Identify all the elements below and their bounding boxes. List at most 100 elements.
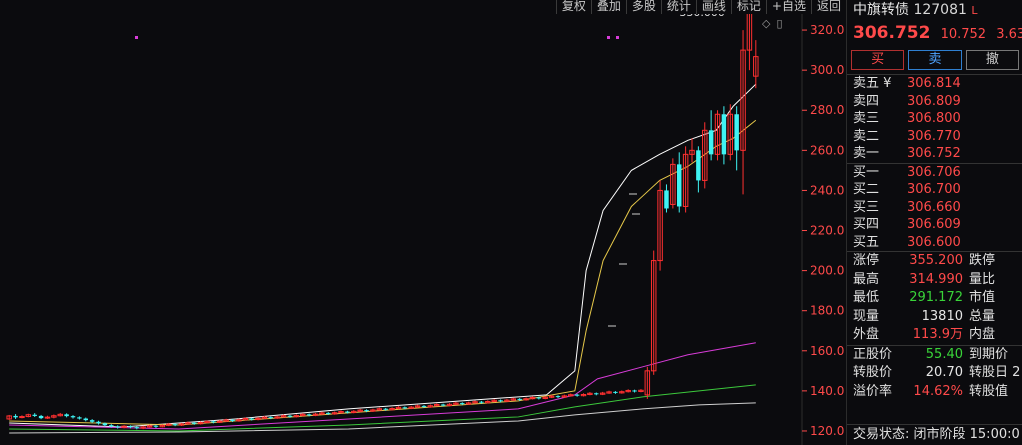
- stat-value: 13810: [921, 308, 963, 324]
- y-tick-label: 240.0: [810, 183, 844, 197]
- ask-levels: 卖五 ¥ 306.814 卖四 306.809 卖三 306.800 卖二 306.770 卖一…: [847, 75, 1022, 163]
- trading-status: 交易状态: 闭市阶段 15:00:0: [847, 424, 1022, 445]
- asks-price: 306.814: [907, 76, 961, 91]
- candle-body: [383, 408, 388, 410]
- bids-row[interactable]: 买三 306.660: [853, 199, 1022, 217]
- stat-label: 最低: [853, 290, 880, 305]
- margin-mark: L: [971, 4, 978, 17]
- price-change: 10.752: [940, 27, 987, 42]
- stats-row: 涨停 355.200 跌停: [847, 252, 1022, 271]
- asks-row[interactable]: 卖一 306.752: [853, 145, 1022, 163]
- quote-panel: 中旗转债 127081 L 306.752 10.752 3.63% 买 卖 撤…: [846, 0, 1022, 445]
- candle-body: [440, 404, 446, 406]
- ma60-line: [9, 402, 756, 434]
- bids-row[interactable]: 买二 306.700: [853, 181, 1022, 199]
- toolbar-item-4[interactable]: 画线: [695, 0, 731, 14]
- candle-body: [517, 398, 522, 400]
- candle-body: [696, 150, 701, 181]
- stat-label: 正股价: [853, 346, 893, 362]
- candle-body: [345, 411, 350, 413]
- stat-label-2: 转股值: [969, 383, 1009, 399]
- stat-label: 现量: [853, 308, 880, 324]
- candle-body: [306, 414, 312, 416]
- candle-body: [574, 394, 580, 396]
- last-price: 306.752: [853, 23, 931, 43]
- layout-toggle-icon[interactable]: ▯: [776, 17, 782, 30]
- cancel-button[interactable]: 撤: [965, 50, 1019, 70]
- candle-body: [192, 422, 197, 424]
- y-tick-label: 260.0: [810, 143, 844, 157]
- signal-marker: [616, 36, 619, 39]
- y-tick-label: 180.0: [810, 304, 844, 318]
- toolbar-item-0[interactable]: 复权: [555, 0, 591, 14]
- candle-body: [153, 425, 159, 427]
- price-change-pct: 3.63%: [996, 27, 1022, 42]
- chart-toolbar: 复权 叠加 多股 统计 画线 标记 +自选 返回: [555, 0, 846, 14]
- candle-body: [19, 416, 25, 419]
- candle-body: [249, 418, 254, 420]
- stat-label-2: 量比: [969, 271, 996, 287]
- y-tick-label: 200.0: [810, 264, 844, 278]
- stat-label: 转股价: [853, 365, 893, 380]
- stat-label-2: 到期价: [969, 346, 1009, 362]
- candle-body: [421, 405, 427, 407]
- asks-row[interactable]: 卖三 306.800: [853, 110, 1022, 128]
- bond-stats: 正股价 55.40 到期价 转股价 20.70 转股日 2 溢价率 14.62% 转股值: [847, 346, 1022, 402]
- y-tick-label: 280.0: [810, 103, 844, 117]
- stats2-row: 正股价 55.40 到期价: [847, 346, 1022, 365]
- bids-row[interactable]: 买四 306.609: [853, 216, 1022, 234]
- asks-price: 306.800: [907, 111, 961, 126]
- security-name: 中旗转债: [853, 2, 909, 18]
- trade-buttons: 买 卖 撤: [847, 44, 1022, 74]
- sell-button[interactable]: 卖: [908, 50, 962, 70]
- candle-body: [134, 427, 140, 429]
- candle-body: [613, 391, 618, 393]
- stat-label-2: 转股日 2: [969, 365, 1021, 380]
- stat-label-2: 内盘: [969, 327, 996, 342]
- toolbar-item-3[interactable]: 统计: [660, 0, 696, 14]
- toolbar-item-1[interactable]: 叠加: [590, 0, 626, 14]
- stat-value: 291.172: [909, 290, 963, 305]
- asks-price: 306.809: [907, 93, 961, 109]
- candle-body: [32, 414, 37, 416]
- buy-button[interactable]: 买: [851, 50, 905, 70]
- candle-body: [460, 403, 465, 405]
- asks-row[interactable]: 卖二 306.770: [853, 128, 1022, 146]
- asks-row[interactable]: 卖五 ¥ 306.814: [853, 75, 1022, 93]
- ma10-line: [9, 119, 757, 426]
- candle-body: [128, 426, 133, 428]
- security-code: 127081: [913, 2, 967, 18]
- candle-body: [632, 390, 637, 392]
- stats-row: 现量 13810 总量: [847, 308, 1022, 327]
- candle-body: [70, 416, 76, 418]
- candle-body: [721, 114, 727, 155]
- candle-body: [676, 164, 682, 207]
- stat-value: 55.40: [925, 346, 963, 362]
- stat-label: 最高: [853, 271, 880, 287]
- candle-body: [89, 420, 95, 422]
- asks-label: 卖四: [853, 93, 880, 109]
- bids-label: 买四: [853, 217, 880, 232]
- bids-price: 306.706: [907, 164, 961, 180]
- toolbar-item-2[interactable]: 多股: [625, 0, 661, 14]
- stats-row: 外盘 113.9万 内盘: [847, 326, 1022, 345]
- toolbar-item-6[interactable]: +自选: [765, 0, 811, 14]
- bid-levels: 买一 306.706 买二 306.700 买三 306.660 买四 306.609 买五 30…: [847, 164, 1022, 252]
- kline-chart[interactable]: 120.0 140.0 160.0 180.0 200.0 220.0 240.0 260.0…: [0, 0, 846, 445]
- stat-label-2: 总量: [969, 308, 996, 324]
- asks-label: 卖五 ¥: [853, 76, 892, 91]
- stat-value: 20.70: [925, 365, 963, 380]
- stats2-row: 转股价 20.70 转股日 2: [847, 364, 1022, 383]
- candle-body: [536, 397, 542, 399]
- bids-row[interactable]: 买五 306.600: [853, 234, 1022, 252]
- diamond-icon[interactable]: ◇: [762, 17, 770, 30]
- asks-row[interactable]: 卖四 306.809: [853, 93, 1022, 111]
- ma20-line: [9, 342, 756, 430]
- bids-row[interactable]: 买一 306.706: [853, 164, 1022, 182]
- candle-body: [326, 412, 331, 414]
- y-tick-label: 320.0: [810, 23, 844, 37]
- candle-body: [479, 401, 484, 403]
- toolbar-item-7[interactable]: 返回: [810, 0, 846, 14]
- stat-label: 涨停: [853, 253, 880, 268]
- toolbar-item-5[interactable]: 标记: [730, 0, 766, 14]
